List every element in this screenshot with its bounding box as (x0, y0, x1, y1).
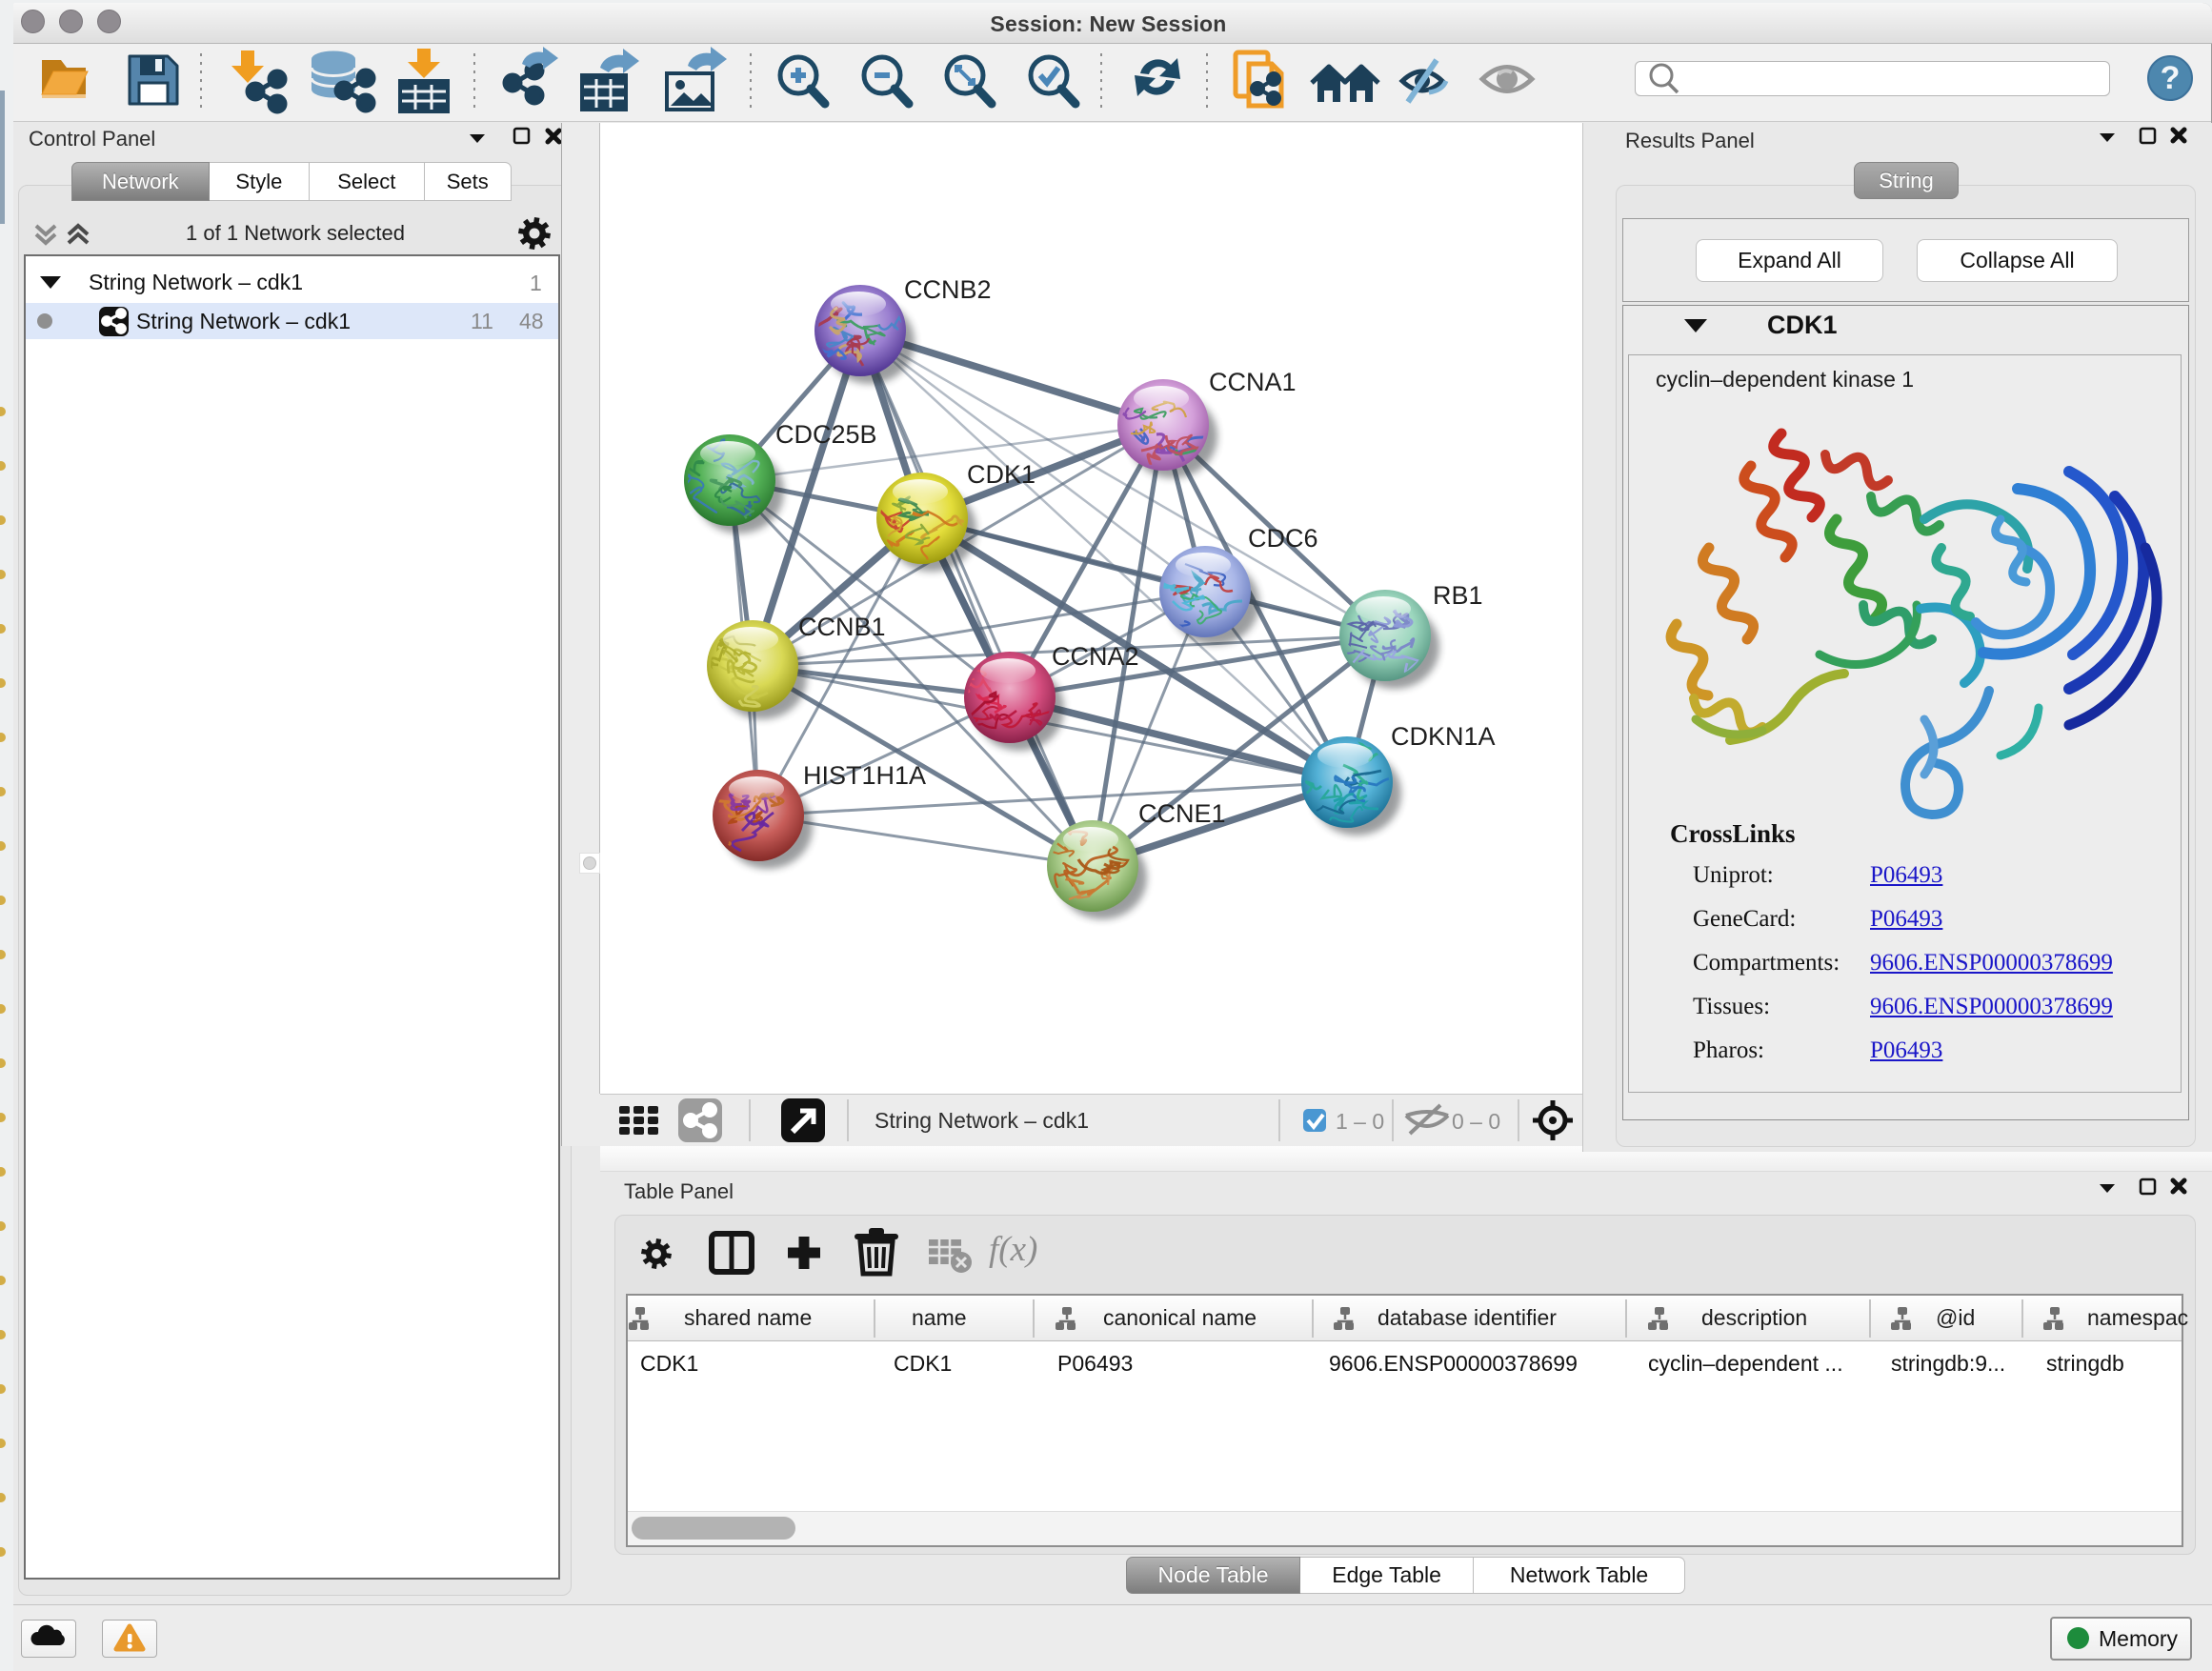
svg-text:RB1: RB1 (1433, 581, 1483, 610)
svg-text:CCNE1: CCNE1 (1138, 799, 1226, 828)
svg-text:CDC25B: CDC25B (775, 420, 877, 449)
svg-text:CCNA2: CCNA2 (1052, 642, 1139, 671)
svg-text:CDC6: CDC6 (1248, 524, 1318, 553)
svg-text:?: ? (2161, 60, 2181, 96)
svg-text:CCNB2: CCNB2 (904, 275, 992, 304)
svg-text:CCNB1: CCNB1 (798, 613, 886, 641)
svg-text:CDK1: CDK1 (967, 460, 1036, 489)
svg-text:CDKN1A: CDKN1A (1391, 722, 1496, 751)
svg-text:CCNA1: CCNA1 (1209, 368, 1297, 396)
svg-text:HIST1H1A: HIST1H1A (803, 761, 926, 790)
